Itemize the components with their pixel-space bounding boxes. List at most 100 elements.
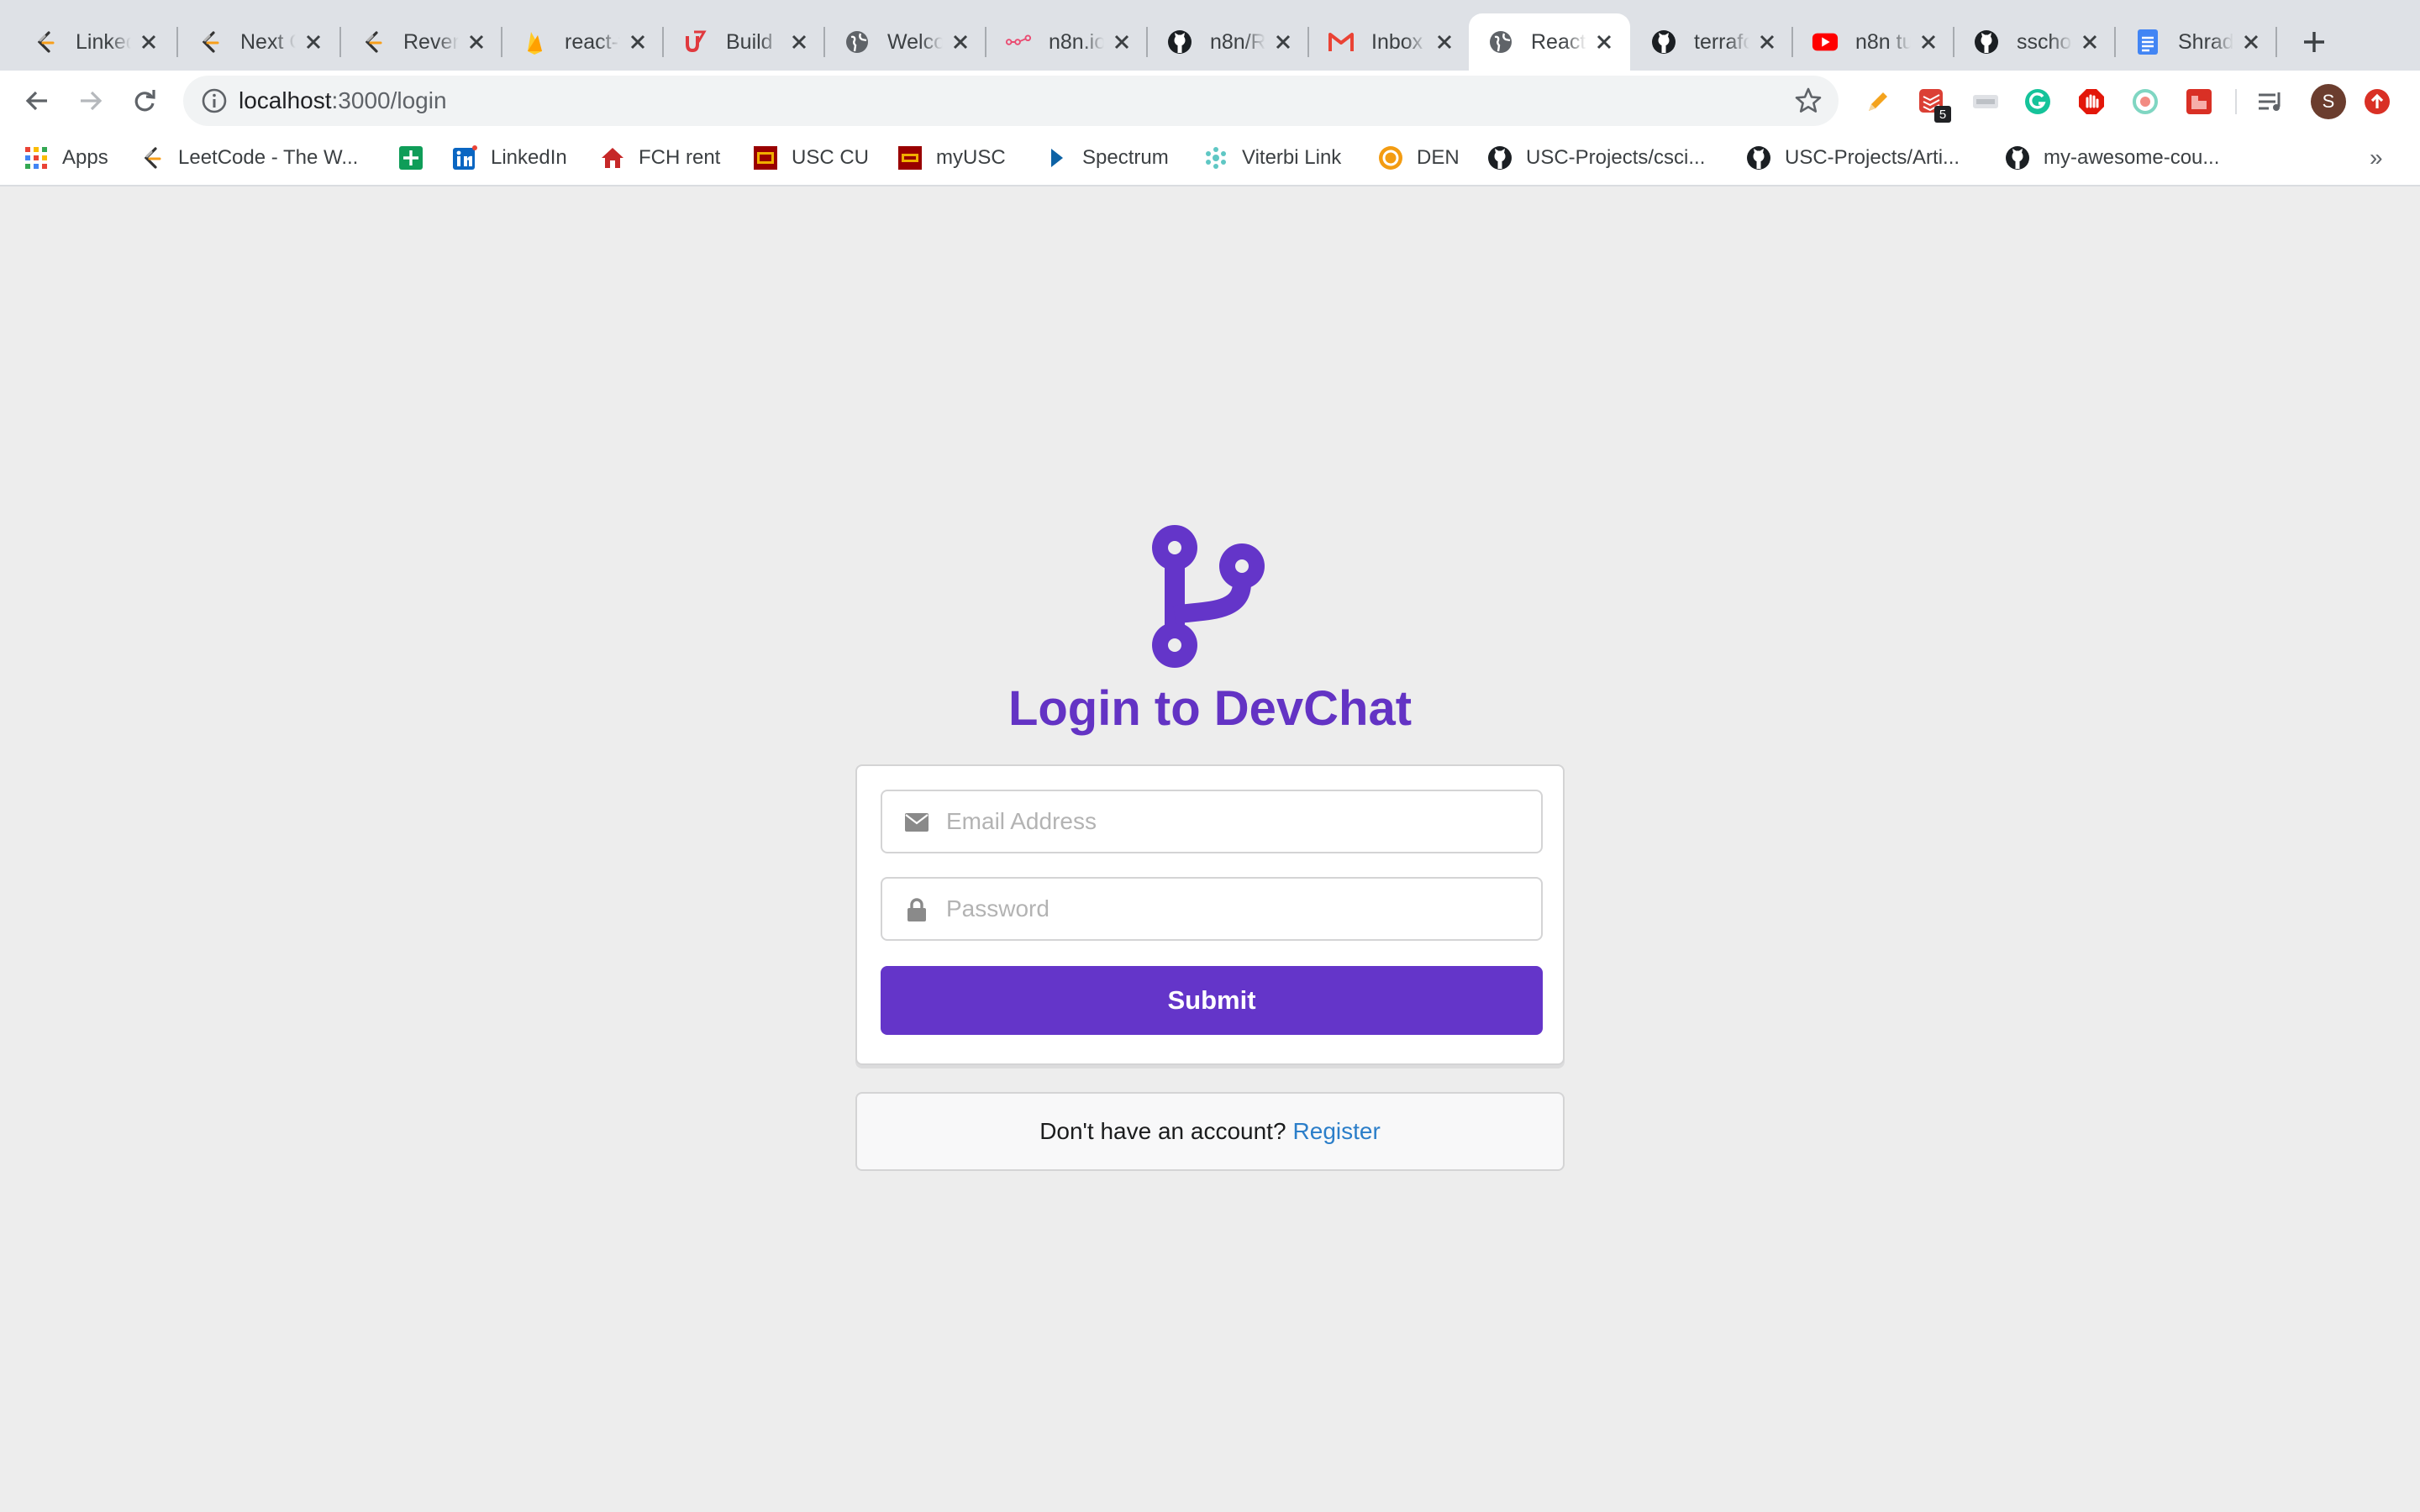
tab-title: n8n.io <box>1049 29 1104 54</box>
close-tab-icon[interactable] <box>1109 29 1134 55</box>
github-icon <box>2005 145 2030 171</box>
close-tab-icon[interactable] <box>2238 29 2264 55</box>
github-icon <box>1973 29 2000 55</box>
tab-next-greater[interactable]: Next Greater <box>178 13 339 71</box>
forward-arrow-icon[interactable] <box>72 82 109 119</box>
tab-title: Welcome <box>887 29 943 54</box>
media-queue-icon[interactable] <box>2257 87 2286 116</box>
tab-sschool[interactable]: sschool <box>1954 13 2116 71</box>
tab-title: LinkedIn <box>76 29 131 54</box>
tab-n8n-readme[interactable]: n8n/README <box>1148 13 1309 71</box>
bookmark-myusc[interactable]: myUSC <box>897 143 1006 173</box>
tab-linkedin[interactable]: LinkedIn <box>13 13 175 71</box>
grammarly-icon[interactable] <box>2023 87 2052 116</box>
back-arrow-icon[interactable] <box>18 82 55 119</box>
github-icon <box>1650 29 1677 55</box>
pencil-extension-icon[interactable] <box>1864 87 1892 116</box>
bookmark-label: FCH rent <box>639 146 721 169</box>
disabled-extension-icon[interactable] <box>1971 87 2000 116</box>
tab-title: n8n tutorial <box>1855 29 1911 54</box>
pomodoro-extension-icon[interactable] <box>2131 87 2160 116</box>
bookmark-linkedin[interactable]: LinkedIn <box>452 143 567 173</box>
tab-inbox[interactable]: Inbox <box>1309 13 1470 71</box>
update-available-icon[interactable] <box>2363 87 2391 116</box>
url-path: :3000/login <box>331 87 447 113</box>
bookmark-usc-projects-arti[interactable]: USC-Projects/Arti... <box>1746 143 1960 173</box>
url-text: localhost:3000/login <box>239 87 447 114</box>
envelope-icon <box>904 810 929 835</box>
n8n-icon <box>1005 29 1032 55</box>
bookmark-label: USC CU <box>792 146 870 169</box>
leetcode-icon <box>32 29 59 55</box>
lock-icon <box>904 897 929 922</box>
submit-button[interactable]: Submit <box>881 966 1543 1035</box>
new-tab-plus-icon[interactable] <box>2296 24 2333 60</box>
password-input[interactable] <box>946 879 1534 939</box>
password-field-wrapper <box>881 877 1543 941</box>
adblock-icon[interactable] <box>2077 87 2106 116</box>
tab-title: Shraddha <box>2178 29 2233 54</box>
bookmark-label: LeetCode - The W... <box>178 146 359 169</box>
close-tab-icon[interactable] <box>1916 29 1941 55</box>
firebase-icon <box>521 29 548 55</box>
bookmark-label: my-awesome-cou... <box>2044 146 2220 169</box>
close-tab-icon[interactable] <box>625 29 650 55</box>
house-icon <box>600 145 625 171</box>
bookmark-my-awesome-course[interactable]: my-awesome-cou... <box>2005 143 2219 173</box>
bookmark-label: DEN <box>1417 146 1460 169</box>
bookmark-usc-cu[interactable]: USC CU <box>753 143 869 173</box>
den-icon <box>1378 145 1403 171</box>
close-tab-icon[interactable] <box>948 29 973 55</box>
email-input[interactable] <box>946 791 1534 852</box>
site-info-icon[interactable] <box>200 87 229 115</box>
close-tab-icon[interactable] <box>1270 29 1296 55</box>
tab-react-app-active[interactable]: React App <box>1469 13 1630 71</box>
bookmark-sheets[interactable] <box>398 143 424 173</box>
bookmark-spectrum[interactable]: Spectrum <box>1044 143 1169 173</box>
bookmark-label: USC-Projects/Arti... <box>1785 146 1960 169</box>
bookmark-apps[interactable]: Apps <box>24 143 108 173</box>
tab-title: Build <box>726 29 773 54</box>
bookmark-label: Spectrum <box>1082 146 1169 169</box>
tab-reverse[interactable]: Reverse <box>341 13 502 71</box>
reload-icon[interactable] <box>126 82 163 119</box>
close-tab-icon[interactable] <box>786 29 812 55</box>
puzzle-extension-icon[interactable] <box>2185 87 2213 116</box>
bookmark-usc-projects-csci[interactable]: USC-Projects/csci... <box>1487 143 1705 173</box>
bookmark-leetcode[interactable]: LeetCode - The W... <box>139 143 358 173</box>
register-link[interactable]: Register <box>1293 1118 1381 1145</box>
close-tab-icon[interactable] <box>1432 29 1457 55</box>
tab-title: sschool <box>2017 29 2072 54</box>
github-icon <box>1166 29 1193 55</box>
tab-title: Next Greater <box>240 29 296 54</box>
tab-title: terraform <box>1694 29 1749 54</box>
github-icon <box>1487 145 1512 171</box>
bookmark-fch-rent[interactable]: FCH rent <box>600 143 720 173</box>
leetcode-icon <box>197 29 224 55</box>
tab-n8n-io[interactable]: n8n.io <box>986 13 1148 71</box>
tab-build[interactable]: Build <box>664 13 825 71</box>
close-tab-icon[interactable] <box>301 29 326 55</box>
address-bar[interactable]: localhost:3000/login <box>183 76 1839 126</box>
bookmark-den[interactable]: DEN <box>1378 143 1460 173</box>
bookmark-viterbi-link[interactable]: Viterbi Link <box>1203 143 1341 173</box>
tab-react-firebase[interactable]: react-firebase <box>502 13 664 71</box>
bookmark-star-icon[interactable] <box>1793 86 1823 116</box>
close-tab-icon[interactable] <box>1591 29 1617 55</box>
close-tab-icon[interactable] <box>2077 29 2102 55</box>
profile-avatar[interactable]: S <box>2311 84 2346 119</box>
close-tab-icon[interactable] <box>1754 29 1780 55</box>
tab-strip: LinkedIn Next Greater Reverse react-fire… <box>0 0 2420 71</box>
tab-terraform[interactable]: terraform <box>1632 13 1793 71</box>
leetcode-icon <box>360 29 387 55</box>
tab-n8n-tutorial[interactable]: n8n tutorial <box>1793 13 1954 71</box>
tab-welcome[interactable]: Welcome <box>825 13 986 71</box>
bookmarks-overflow-chevron-icon[interactable]: » <box>2370 144 2383 171</box>
tab-title: Inbox <box>1371 29 1423 54</box>
close-tab-icon[interactable] <box>136 29 161 55</box>
login-page: Login to DevChat Submit Don't have an ac… <box>0 186 2420 1512</box>
leetcode-icon <box>139 145 165 171</box>
close-tab-icon[interactable] <box>464 29 489 55</box>
youtube-icon <box>1812 29 1839 55</box>
tab-shraddha[interactable]: Shraddha <box>2116 13 2277 71</box>
